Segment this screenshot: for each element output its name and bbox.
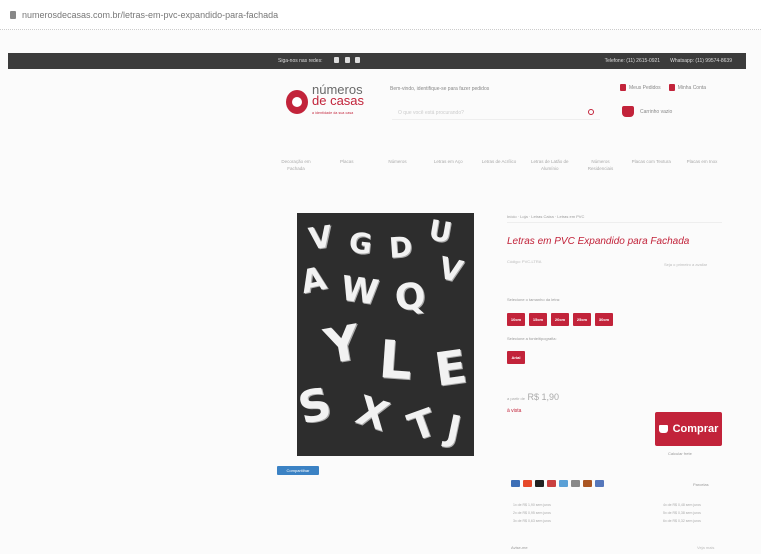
whatsapp-link[interactable]: Whatsapp: (11) 99574-8639 — [670, 58, 732, 64]
category-nav: Decoração em Fachada Placas Números Letr… — [274, 158, 724, 172]
price: a partir de R$ 1,90 — [507, 392, 559, 402]
font-label: Selecione a fonte/tipografia: — [507, 336, 557, 341]
font-options: Arial — [507, 351, 525, 364]
share-button[interactable]: Compartilhar — [277, 466, 319, 475]
house-logo-icon — [286, 89, 308, 114]
my-account-link[interactable]: Minha Conta — [668, 84, 706, 91]
amex-icon — [547, 480, 556, 487]
photo-letter: L — [376, 329, 415, 393]
welcome-text[interactable]: Bem-vindo, identifique-se para fazer ped… — [390, 86, 489, 92]
size-option[interactable]: 20cm — [551, 313, 569, 326]
photo-letter: T — [402, 399, 442, 451]
nav-item[interactable]: Números Residenciais — [579, 158, 623, 172]
installment-row: 5x de R$ 0,38 sem juros — [663, 511, 701, 515]
installments-text: à vista — [507, 408, 522, 414]
size-label: Selecione o tamanho da letra: — [507, 297, 561, 302]
logo-line2: de casas — [312, 93, 365, 108]
mastercard-icon — [523, 480, 532, 487]
instagram-icon[interactable] — [344, 57, 350, 63]
photo-letter: V — [306, 219, 335, 258]
installments-toggle[interactable]: Parcelas — [693, 482, 709, 487]
cart-link[interactable]: Carrinho vazio — [622, 106, 672, 117]
photo-letter: X — [350, 387, 395, 441]
photo-letter: U — [426, 213, 455, 250]
installment-row: 3x de R$ 0,63 sem juros — [513, 519, 551, 523]
logo-tagline: a identidade da sua casa — [312, 111, 354, 115]
url-text[interactable]: numerosdecasas.com.br/letras-em-pvc-expa… — [22, 10, 278, 20]
header-links: Meus Pedidos Minha Conta — [620, 84, 706, 91]
photo-letter: Y — [320, 314, 365, 376]
installment-row: 1x de R$ 1,90 sem juros — [513, 503, 551, 507]
cart-icon — [658, 425, 668, 433]
notify-link[interactable]: Avise-me — [511, 545, 528, 550]
page: numerosdecasas.com.br/letras-em-pvc-expa… — [0, 0, 761, 554]
price-value: R$ 1,90 — [527, 392, 560, 402]
lock-icon — [10, 10, 16, 19]
nav-item[interactable]: Letras de Latão de Alumínio — [528, 158, 572, 172]
nav-item[interactable]: Letras em Aço — [426, 158, 470, 172]
nav-item[interactable]: Placas com Textura — [629, 158, 673, 172]
installments-table: 1x de R$ 1,90 sem juros 4x de R$ 0,48 se… — [513, 503, 713, 523]
size-option[interactable]: 25cm — [573, 313, 591, 326]
photo-letter: E — [431, 339, 471, 397]
browser-address-bar[interactable]: numerosdecasas.com.br/letras-em-pvc-expa… — [0, 0, 761, 30]
follow-label: Siga-nos nas redes: — [278, 58, 323, 64]
font-option[interactable]: Arial — [507, 351, 525, 364]
nav-item[interactable]: Placas — [325, 158, 369, 172]
store-logo[interactable]: números de casas a identidade da sua cas… — [286, 83, 365, 119]
search-input[interactable]: O que você está procurando? — [392, 106, 600, 120]
boleto-icon — [583, 480, 592, 487]
user-icon — [668, 84, 675, 91]
nav-item[interactable]: Números — [376, 158, 420, 172]
product-image[interactable]: V G D U A W Q V Y L E S X T J — [297, 213, 474, 456]
photo-letter: S — [297, 377, 337, 436]
reviews-link[interactable]: Seja o primeiro a avaliar — [664, 262, 707, 267]
pix-icon — [595, 480, 604, 487]
size-option[interactable]: 15cm — [529, 313, 547, 326]
phone-link[interactable]: Telefone: (11) 2615-0921 — [605, 58, 661, 64]
elo-icon — [535, 480, 544, 487]
nav-item[interactable]: Letras de Acrílico — [477, 158, 521, 172]
photo-letter: D — [387, 230, 414, 265]
buy-button[interactable]: Comprar — [655, 412, 722, 446]
price-prefix: a partir de — [507, 396, 526, 401]
photo-letter: G — [347, 225, 374, 262]
breadcrumb[interactable]: Início · Loja · Letras Caixa · Letras em… — [507, 214, 722, 223]
buy-label: Comprar — [672, 423, 719, 435]
facebook-icon[interactable] — [334, 57, 340, 63]
photo-letter: V — [435, 250, 467, 291]
box-icon — [620, 84, 626, 91]
photo-letter: J — [442, 408, 465, 451]
top-bar: Siga-nos nas redes: Telefone: (11) 2615-… — [8, 53, 746, 69]
photo-letter: Q — [392, 275, 428, 320]
diners-icon — [571, 480, 580, 487]
search-icon[interactable] — [588, 109, 594, 115]
visa-icon — [511, 480, 520, 487]
search-placeholder: O que você está procurando? — [398, 109, 464, 116]
nav-item[interactable]: Decoração em Fachada — [274, 158, 318, 172]
my-orders-link[interactable]: Meus Pedidos — [620, 84, 661, 91]
more-link[interactable]: Veja mais — [697, 545, 714, 550]
size-option[interactable]: 10cm — [507, 313, 525, 326]
cart-icon — [622, 106, 634, 117]
photo-letter: W — [338, 268, 382, 314]
pinterest-icon[interactable] — [355, 57, 361, 63]
installment-row: 2x de R$ 0,95 sem juros — [513, 511, 551, 515]
cart-label: Carrinho vazio — [640, 108, 673, 115]
photo-letter: A — [297, 258, 330, 302]
hipercard-icon — [559, 480, 568, 487]
shipping-link[interactable]: Calcular frete — [668, 451, 692, 456]
installment-row: 4x de R$ 0,48 sem juros — [663, 503, 701, 507]
size-option[interactable]: 30cm — [595, 313, 613, 326]
size-options: 10cm 15cm 20cm 25cm 30cm — [507, 313, 613, 326]
payment-icons — [511, 480, 604, 487]
product-title: Letras em PVC Expandido para Fachada — [507, 236, 690, 247]
product-ref: Código: PVC-LTRA — [507, 259, 542, 264]
installment-row: 6x de R$ 0,32 sem juros — [663, 519, 701, 523]
nav-item[interactable]: Placas em Inox — [680, 158, 724, 172]
